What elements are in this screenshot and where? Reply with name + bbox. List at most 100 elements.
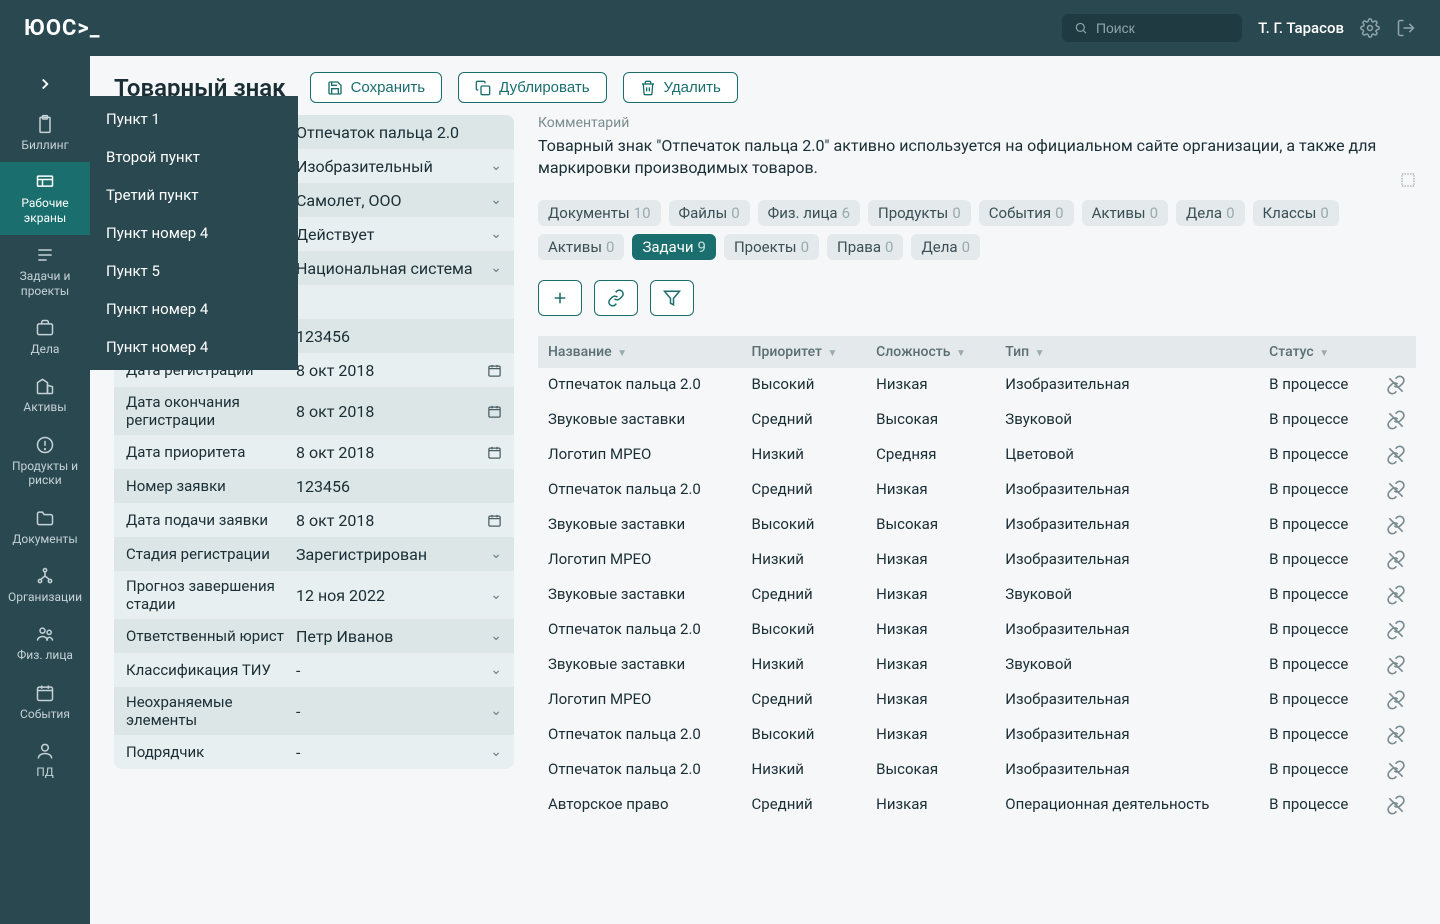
sidebar-item-4[interactable]: Активы <box>0 366 90 424</box>
unlink-button[interactable] <box>1376 507 1416 542</box>
unlink-button[interactable] <box>1376 542 1416 577</box>
unlink-button[interactable] <box>1376 717 1416 752</box>
sidebar-item-6[interactable]: Документы <box>0 498 90 556</box>
tag-7[interactable]: Классы 0 <box>1253 200 1339 226</box>
flyout-item-3[interactable]: Пункт номер 4 <box>90 214 298 252</box>
unlink-button[interactable] <box>1376 437 1416 472</box>
table-row[interactable]: Звуковые заставкиНизкийНизкаяЗвуковойВ п… <box>538 647 1416 682</box>
link-icon <box>607 289 625 307</box>
unlink-button[interactable] <box>1376 647 1416 682</box>
flyout-item-4[interactable]: Пункт 5 <box>90 252 298 290</box>
sidebar-item-5[interactable]: Продукты и риски <box>0 425 90 498</box>
cell-status: В процессе <box>1259 577 1376 612</box>
table-row[interactable]: Звуковые заставкиВысокийВысокаяИзобразит… <box>538 507 1416 542</box>
tag-9[interactable]: Задачи 9 <box>632 234 716 260</box>
sidebar-item-2[interactable]: Задачи и проекты <box>0 235 90 308</box>
sidebar-item-10[interactable]: ПД <box>0 731 90 789</box>
col-0[interactable]: Название ▼ <box>538 336 742 368</box>
sidebar-toggle[interactable] <box>0 64 90 104</box>
unlink-button[interactable] <box>1376 577 1416 612</box>
tag-10[interactable]: Проекты 0 <box>724 234 819 260</box>
col-1[interactable]: Приоритет ▼ <box>742 336 867 368</box>
table-row[interactable]: Звуковые заставкиСреднийВысокаяЗвуковойВ… <box>538 402 1416 437</box>
unlink-button[interactable] <box>1376 368 1416 403</box>
form-row-14[interactable]: Ответственный юристПетр Иванов⌄ <box>114 619 514 653</box>
table-row[interactable]: Авторское правоСреднийНизкаяОперационная… <box>538 787 1416 822</box>
tag-1[interactable]: Файлы 0 <box>669 200 750 226</box>
form-row-label: Неохраняемые элементы <box>122 687 292 735</box>
cell-status: В процессе <box>1259 368 1376 403</box>
sidebar-item-label: События <box>20 707 70 721</box>
unlink-button[interactable] <box>1376 472 1416 507</box>
delete-button[interactable]: Удалить <box>623 72 738 103</box>
add-button[interactable] <box>538 280 582 316</box>
unlink-button[interactable] <box>1376 612 1416 647</box>
flyout-item-1[interactable]: Второй пункт <box>90 138 298 176</box>
flyout-item-2[interactable]: Третий пункт <box>90 176 298 214</box>
filter-icon <box>663 289 681 307</box>
unlink-button[interactable] <box>1376 682 1416 717</box>
col-2[interactable]: Сложность ▼ <box>866 336 995 368</box>
cell-status: В процессе <box>1259 647 1376 682</box>
form-row-11[interactable]: Дата подачи заявки8 окт 2018 <box>114 503 514 537</box>
tag-12[interactable]: Дела 0 <box>911 234 980 260</box>
form-row-10[interactable]: Номер заявки123456 <box>114 469 514 503</box>
table-row[interactable]: Отпечаток пальца 2.0ВысокийНизкаяИзобраз… <box>538 612 1416 647</box>
form-row-9[interactable]: Дата приоритета8 окт 2018 <box>114 435 514 469</box>
form-row-17[interactable]: Подрядчик-⌄ <box>114 735 514 769</box>
tag-2[interactable]: Физ. лица 6 <box>758 200 860 226</box>
sidebar-item-8[interactable]: Физ. лица <box>0 614 90 672</box>
sidebar-item-1[interactable]: Рабочие экраны <box>0 162 90 235</box>
cell-complexity: Низкая <box>866 612 995 647</box>
person-icon <box>35 741 55 761</box>
form-row-16[interactable]: Неохраняемые элементы-⌄ <box>114 687 514 735</box>
tag-4[interactable]: События 0 <box>979 200 1074 226</box>
form-row-12[interactable]: Стадия регистрацииЗарегистрирован⌄ <box>114 537 514 571</box>
unlink-button[interactable] <box>1376 402 1416 437</box>
table-row[interactable]: Отпечаток пальца 2.0СреднийНизкаяИзобраз… <box>538 472 1416 507</box>
settings-button[interactable] <box>1360 18 1380 38</box>
form-row-8[interactable]: Дата окончания регистрации8 окт 2018 <box>114 387 514 435</box>
flyout-item-5[interactable]: Пункт номер 4 <box>90 290 298 328</box>
user-name[interactable]: Т. Г. Тарасов <box>1258 19 1344 37</box>
tag-8[interactable]: Активы 0 <box>538 234 624 260</box>
form-row-13[interactable]: Прогноз завершения стадии12 ноя 2022⌄ <box>114 571 514 619</box>
tag-11[interactable]: Права 0 <box>827 234 903 260</box>
save-button[interactable]: Сохранить <box>310 72 443 103</box>
tag-count: 9 <box>698 238 706 256</box>
search-input[interactable] <box>1096 20 1230 36</box>
sidebar-item-0[interactable]: Биллинг <box>0 104 90 162</box>
col-3[interactable]: Тип ▼ <box>995 336 1259 368</box>
cell-name: Логотип МРЕО <box>538 682 742 717</box>
sidebar-item-9[interactable]: События <box>0 673 90 731</box>
logout-button[interactable] <box>1396 18 1416 38</box>
flyout-item-6[interactable]: Пункт номер 4 <box>90 328 298 366</box>
tag-label: Дела <box>1186 204 1222 222</box>
unlink-button[interactable] <box>1376 752 1416 787</box>
table-row[interactable]: Отпечаток пальца 2.0НизкийВысокаяИзобраз… <box>538 752 1416 787</box>
resize-handle[interactable] <box>1400 172 1416 188</box>
cell-status: В процессе <box>1259 717 1376 752</box>
unlink-button[interactable] <box>1376 787 1416 822</box>
filter-button[interactable] <box>650 280 694 316</box>
table-row[interactable]: Логотип МРЕОНизкийСредняяЦветовойВ проце… <box>538 437 1416 472</box>
duplicate-button[interactable]: Дублировать <box>458 72 606 103</box>
table-row[interactable]: Логотип МРЕОСреднийНизкаяИзобразительная… <box>538 682 1416 717</box>
table-row[interactable]: Звуковые заставкиСреднийНизкаяЗвуковойВ … <box>538 577 1416 612</box>
search-box[interactable] <box>1062 14 1242 42</box>
table-row[interactable]: Логотип МРЕОНизкийНизкаяИзобразительнаяВ… <box>538 542 1416 577</box>
tag-0[interactable]: Документы 10 <box>538 200 661 226</box>
sidebar-item-label: Рабочие экраны <box>4 196 86 225</box>
sidebar-item-3[interactable]: Дела <box>0 308 90 366</box>
table-row[interactable]: Отпечаток пальца 2.0ВысокийНизкаяИзобраз… <box>538 368 1416 403</box>
sidebar-item-7[interactable]: Организации <box>0 556 90 614</box>
table-row[interactable]: Отпечаток пальца 2.0ВысокийНизкаяИзобраз… <box>538 717 1416 752</box>
flyout-item-0[interactable]: Пункт 1 <box>90 100 298 138</box>
form-row-label: Подрядчик <box>122 737 292 767</box>
col-4[interactable]: Статус ▼ <box>1259 336 1376 368</box>
tag-6[interactable]: Дела 0 <box>1176 200 1245 226</box>
form-row-15[interactable]: Классификация ТИУ-⌄ <box>114 653 514 687</box>
tag-3[interactable]: Продукты 0 <box>868 200 971 226</box>
tag-5[interactable]: Активы 0 <box>1082 200 1168 226</box>
link-button[interactable] <box>594 280 638 316</box>
